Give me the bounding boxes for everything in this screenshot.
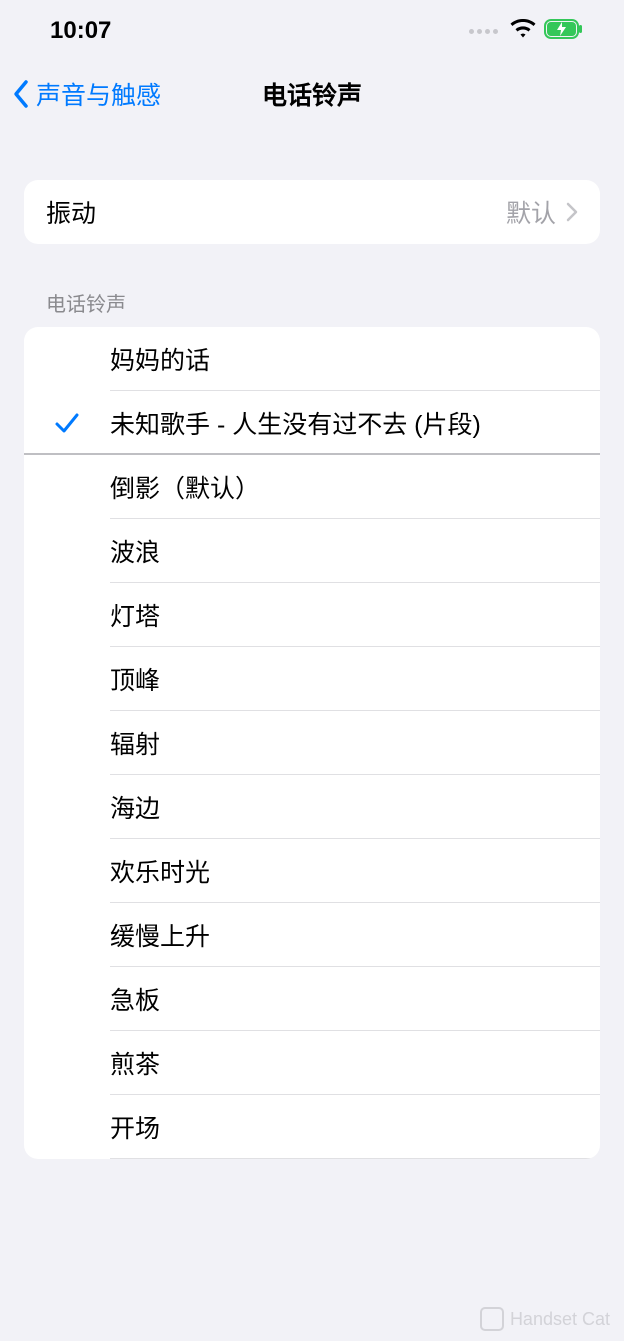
ringtone-label: 开场 — [110, 1109, 600, 1145]
status-time: 10:07 — [50, 17, 111, 45]
wifi-icon — [510, 19, 536, 44]
watermark-icon — [480, 1307, 504, 1331]
vibration-group: 振动 默认 — [24, 180, 600, 244]
back-label: 声音与触感 — [36, 76, 161, 112]
ringtone-row[interactable]: 未知歌手 - 人生没有过不去 (片段) — [24, 391, 600, 455]
battery-charging-icon — [544, 19, 584, 44]
ringtone-label: 顶峰 — [110, 661, 600, 697]
check-slot — [24, 410, 110, 436]
ringtone-row[interactable]: 顶峰 — [24, 647, 600, 711]
ringtone-row[interactable]: 辐射 — [24, 711, 600, 775]
ringtone-label: 煎茶 — [110, 1045, 600, 1081]
ringtone-row[interactable]: 波浪 — [24, 519, 600, 583]
page-title: 电话铃声 — [262, 76, 362, 112]
more-dots-icon — [469, 29, 498, 34]
ringtone-row[interactable]: 开场 — [24, 1095, 600, 1159]
chevron-right-icon — [566, 202, 578, 222]
ringtone-label: 辐射 — [110, 725, 600, 761]
ringtone-label: 急板 — [110, 981, 600, 1017]
ringtone-label: 缓慢上升 — [110, 917, 600, 953]
chevron-left-icon — [12, 79, 32, 109]
ringtone-row[interactable]: 欢乐时光 — [24, 839, 600, 903]
ringtone-row[interactable]: 灯塔 — [24, 583, 600, 647]
watermark: Handset Cat — [480, 1307, 610, 1331]
ringtone-section-header: 电话铃声 — [24, 244, 600, 327]
ringtone-row[interactable]: 煎茶 — [24, 1031, 600, 1095]
ringtone-row[interactable]: 妈妈的话 — [24, 327, 600, 391]
status-icons — [469, 19, 584, 44]
vibration-value: 默认 — [506, 194, 556, 230]
ringtone-label: 未知歌手 - 人生没有过不去 (片段) — [110, 405, 600, 441]
checkmark-icon — [54, 410, 80, 436]
ringtone-row[interactable]: 急板 — [24, 967, 600, 1031]
ringtone-label: 倒影（默认） — [110, 469, 600, 505]
back-button[interactable]: 声音与触感 — [12, 76, 161, 112]
ringtone-label: 灯塔 — [110, 597, 600, 633]
ringtone-label: 欢乐时光 — [110, 853, 600, 889]
ringtone-label: 海边 — [110, 789, 600, 825]
vibration-label: 振动 — [46, 194, 506, 230]
vibration-cell[interactable]: 振动 默认 — [24, 180, 600, 244]
ringtone-label: 波浪 — [110, 533, 600, 569]
ringtone-row[interactable]: 倒影（默认） — [24, 455, 600, 519]
ringtone-list: 妈妈的话未知歌手 - 人生没有过不去 (片段) 倒影（默认） 波浪灯塔顶峰辐射海边欢… — [24, 327, 600, 1159]
watermark-text: Handset Cat — [510, 1309, 610, 1330]
ringtone-row[interactable]: 海边 — [24, 775, 600, 839]
status-bar: 10:07 — [0, 0, 624, 62]
ringtone-label: 妈妈的话 — [110, 341, 600, 377]
ringtone-row[interactable]: 缓慢上升 — [24, 903, 600, 967]
navigation-bar: 声音与触感 电话铃声 — [0, 62, 624, 126]
